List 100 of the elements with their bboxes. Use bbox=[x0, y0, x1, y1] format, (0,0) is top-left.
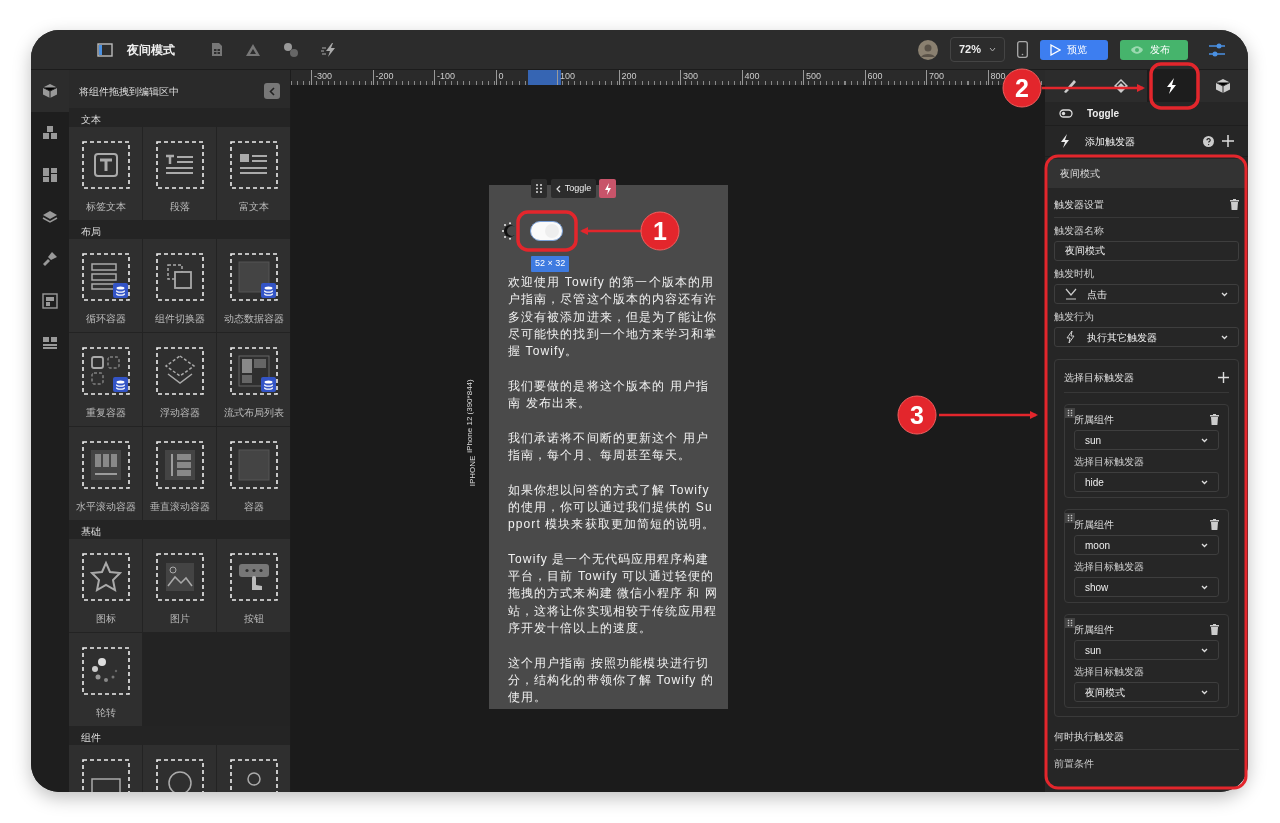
trash-icon[interactable] bbox=[1210, 414, 1219, 425]
avatar[interactable] bbox=[917, 39, 938, 60]
caret-icon bbox=[1221, 292, 1228, 298]
phone-icon[interactable] bbox=[1017, 41, 1028, 58]
select-field[interactable]: show bbox=[1074, 577, 1219, 597]
caret-icon bbox=[1201, 438, 1208, 444]
widget-tile[interactable]: 组件切换器 bbox=[143, 239, 216, 332]
size-badge: 52 × 32 bbox=[531, 256, 570, 272]
highlight-outline bbox=[516, 210, 578, 252]
caret-icon bbox=[1201, 648, 1208, 654]
bolt-icon bbox=[1059, 134, 1071, 148]
section-label: 添加触发器 bbox=[1085, 134, 1135, 149]
repeat-widget-icon bbox=[81, 347, 130, 395]
select-field[interactable]: sun bbox=[1074, 640, 1219, 660]
widget-tile[interactable]: 段落 bbox=[143, 127, 216, 220]
zoom-value: 72% bbox=[958, 42, 981, 58]
ruler-label: -100 bbox=[434, 70, 455, 85]
widget-tile[interactable]: 按钮 bbox=[217, 539, 290, 632]
collapse-button[interactable] bbox=[264, 83, 280, 99]
trash-icon[interactable] bbox=[1230, 199, 1239, 210]
sidebar-tab[interactable] bbox=[31, 70, 69, 112]
richtext-widget-icon bbox=[229, 141, 278, 189]
widget-label: 按钮 bbox=[243, 612, 264, 626]
trash-icon[interactable] bbox=[1210, 519, 1219, 530]
widget-tile[interactable]: 水平滚动容器 bbox=[69, 427, 142, 520]
toggle-switch[interactable] bbox=[530, 221, 563, 241]
caret-icon bbox=[1201, 585, 1208, 591]
paragraph: Towify 是一个无代码应用程序构建平台，目前 Towify 可以通过轻便的拖拽的方式来构建 微信小程序 和 网站，这将让你实现相较于传统应用程序开发十倍以上的速度。 bbox=[508, 550, 719, 637]
brush-icon bbox=[42, 251, 58, 267]
sidebar-toggle-icon[interactable] bbox=[97, 42, 113, 57]
add-icon[interactable] bbox=[1218, 372, 1229, 383]
widget-label: 组件切换器 bbox=[154, 312, 205, 326]
widget-label: 富文本 bbox=[238, 200, 269, 214]
widget-tile[interactable]: 标签文本 bbox=[69, 127, 142, 220]
image-widget-icon bbox=[155, 553, 204, 601]
chevron-left-icon bbox=[555, 184, 561, 193]
button-widget-icon bbox=[229, 553, 278, 601]
drag-handle[interactable] bbox=[531, 179, 547, 198]
triangle-icon[interactable] bbox=[245, 42, 261, 57]
spreadsheet-icon[interactable] bbox=[211, 42, 223, 57]
caret-icon bbox=[1201, 690, 1208, 696]
select-field[interactable]: moon bbox=[1074, 535, 1219, 555]
ruler-label: 300 bbox=[680, 70, 699, 85]
section-label: 触发器设置 bbox=[1054, 198, 1104, 212]
breadcrumb-button[interactable]: Toggle bbox=[551, 179, 596, 198]
widget-tile[interactable]: 富文本 bbox=[217, 127, 290, 220]
select-field[interactable]: sun bbox=[1074, 430, 1219, 450]
widget-tile[interactable]: 图片 bbox=[143, 539, 216, 632]
widget-tile[interactable]: 图标 bbox=[69, 539, 142, 632]
widget-tile[interactable]: 循环容器 bbox=[69, 239, 142, 332]
field-label: 选择目标触发器 bbox=[1074, 455, 1145, 469]
widget-tile[interactable]: 轮转 bbox=[69, 633, 142, 726]
paragraph: 我们要做的是将这个版本的 用户指南 发布出来。 bbox=[508, 377, 710, 413]
field-label: 触发行为 bbox=[1054, 310, 1095, 324]
select-field[interactable]: hide bbox=[1074, 472, 1219, 492]
grip-icon[interactable] bbox=[1065, 513, 1075, 524]
circles-icon[interactable] bbox=[283, 41, 299, 58]
widget-label: 标签文本 bbox=[85, 200, 126, 214]
help-icon[interactable] bbox=[1203, 135, 1214, 147]
section-title: 组件 bbox=[69, 726, 290, 745]
widget-label: 容器 bbox=[243, 500, 264, 514]
bolt-icon bbox=[603, 182, 612, 195]
ruler-label: -300 bbox=[311, 70, 332, 85]
widget-tile[interactable]: 垂直滚动容器 bbox=[143, 427, 216, 520]
grip-icon[interactable] bbox=[1065, 618, 1075, 629]
toggle-icon bbox=[1059, 109, 1073, 118]
widget-tile[interactable]: 浮动容器 bbox=[143, 333, 216, 426]
input-field[interactable]: 夜间模式 bbox=[1054, 241, 1239, 261]
select-field[interactable]: 夜间模式 bbox=[1074, 682, 1219, 702]
widget-label: 图标 bbox=[95, 612, 116, 626]
widget-tile[interactable]: 动态数据容器 bbox=[217, 239, 290, 332]
diamond-icon bbox=[1113, 78, 1130, 94]
caret-icon bbox=[1201, 543, 1208, 549]
sliders-icon[interactable] bbox=[1208, 41, 1226, 58]
caret-icon bbox=[1221, 335, 1228, 341]
field-label: 选择目标触发器 bbox=[1074, 665, 1145, 679]
grip-icon bbox=[536, 184, 542, 193]
section-title: 文本 bbox=[69, 108, 290, 127]
select-field[interactable]: 点击 bbox=[1054, 284, 1239, 304]
paragraph: 欢迎使用 Towify 的第一个版本的用户指南，尽管这个版本的内容还有许多没有被添加进来，但是为了能让你尽可能快的找到一个地方来学习和掌握 Towify。 bbox=[508, 274, 719, 361]
select-field[interactable]: 执行其它触发器 bbox=[1054, 327, 1239, 347]
widget-tile[interactable]: 容器 bbox=[217, 427, 290, 520]
widget-label: 动态数据容器 bbox=[223, 312, 284, 326]
widget-label: 轮转 bbox=[95, 706, 116, 720]
trash-icon[interactable] bbox=[1210, 624, 1219, 635]
field-label: 所属组件 bbox=[1074, 413, 1114, 427]
grip-icon[interactable] bbox=[1065, 408, 1075, 419]
widget-tile[interactable]: 流式布局列表 bbox=[217, 333, 290, 426]
ruler-label: 500 bbox=[803, 70, 822, 85]
star-widget-icon bbox=[81, 553, 130, 601]
add-icon[interactable] bbox=[1222, 135, 1234, 147]
switcher-widget-icon bbox=[155, 253, 204, 301]
field-label: 触发时机 bbox=[1054, 267, 1095, 281]
play-icon bbox=[1050, 43, 1061, 56]
trigger-button[interactable] bbox=[599, 179, 616, 198]
field-label: 选择目标触发器 bbox=[1074, 560, 1145, 574]
preview-button[interactable]: 预览 bbox=[1040, 39, 1108, 60]
zoom-dropdown[interactable]: 72% bbox=[949, 37, 1005, 62]
widget-tile[interactable]: 重复容器 bbox=[69, 333, 142, 426]
section-title: 布局 bbox=[69, 220, 290, 239]
